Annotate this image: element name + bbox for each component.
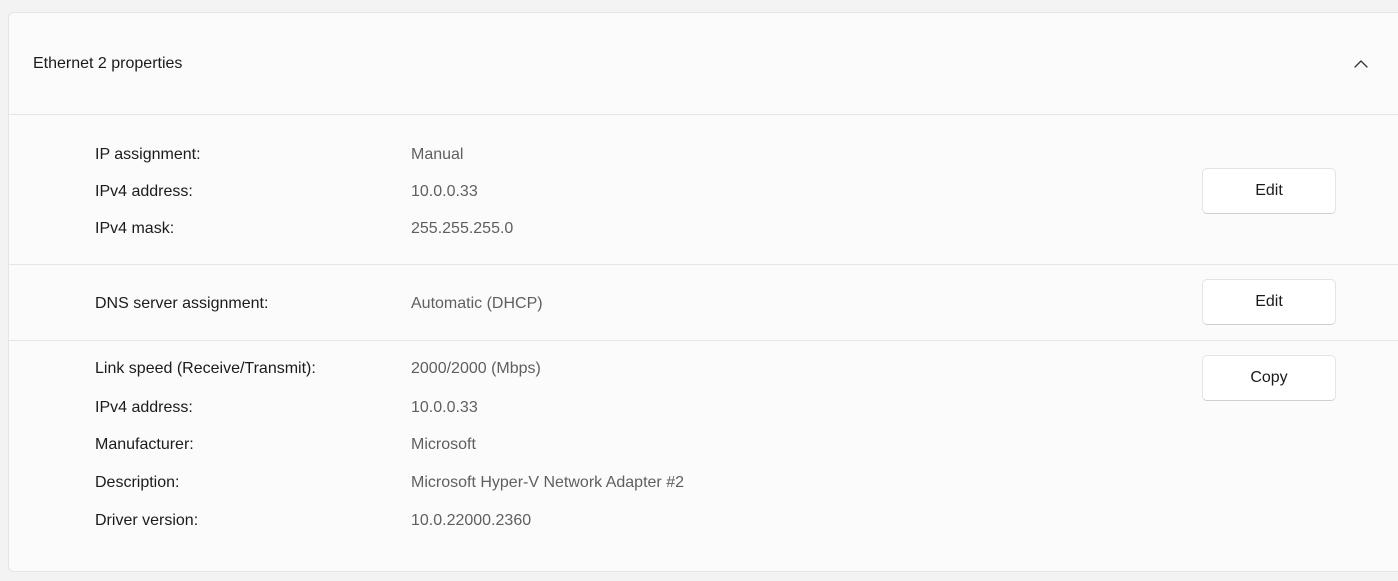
details-ipv4-address-row: IPv4 address: 10.0.0.33	[9, 397, 1398, 419]
manufacturer-value: Microsoft	[411, 436, 476, 453]
ipv4-mask-label: IPv4 mask:	[95, 220, 175, 237]
description-label: Description:	[95, 474, 180, 491]
manufacturer-label: Manufacturer:	[95, 436, 194, 453]
driver-version-row: Driver version: 10.0.22000.2360	[9, 510, 1398, 532]
dns-assignment-value: Automatic (DHCP)	[411, 295, 543, 312]
ip-settings-section: IP assignment: Manual IPv4 address: 10.0…	[9, 115, 1398, 265]
description-row: Description: Microsoft Hyper-V Network A…	[9, 472, 1398, 494]
ip-edit-button[interactable]: Edit	[1202, 168, 1336, 214]
driver-version-value: 10.0.22000.2360	[411, 512, 532, 529]
ethernet-properties-panel: Ethernet 2 properties IP assignment: Man…	[8, 12, 1398, 572]
ipv4-address-value: 10.0.0.33	[411, 183, 478, 200]
details-ipv4-address-label: IPv4 address:	[95, 399, 193, 416]
ip-assignment-row: IP assignment: Manual	[9, 144, 1398, 166]
dns-assignment-label: DNS server assignment:	[95, 295, 269, 312]
link-speed-value: 2000/2000 (Mbps)	[411, 360, 541, 377]
properties-title: Ethernet 2 properties	[33, 55, 183, 72]
properties-header[interactable]: Ethernet 2 properties	[9, 13, 1398, 115]
details-ipv4-address-value: 10.0.0.33	[411, 399, 478, 416]
copy-button[interactable]: Copy	[1202, 355, 1336, 401]
dns-settings-section: DNS server assignment: Automatic (DHCP) …	[9, 265, 1398, 341]
adapter-details-section: Link speed (Receive/Transmit): 2000/2000…	[9, 341, 1398, 581]
driver-version-label: Driver version:	[95, 512, 199, 529]
chevron-up-icon[interactable]	[1350, 53, 1372, 75]
description-value: Microsoft Hyper-V Network Adapter #2	[411, 474, 684, 491]
manufacturer-row: Manufacturer: Microsoft	[9, 434, 1398, 456]
ipv4-address-label: IPv4 address:	[95, 183, 193, 200]
ipv4-address-row: IPv4 address: 10.0.0.33	[9, 181, 1398, 203]
link-speed-label: Link speed (Receive/Transmit):	[95, 360, 316, 377]
dns-edit-button[interactable]: Edit	[1202, 279, 1336, 325]
link-speed-row: Link speed (Receive/Transmit): 2000/2000…	[9, 358, 1398, 380]
ip-assignment-label: IP assignment:	[95, 146, 201, 163]
ipv4-mask-value: 255.255.255.0	[411, 220, 514, 237]
ip-assignment-value: Manual	[411, 146, 464, 163]
dns-assignment-row: DNS server assignment: Automatic (DHCP)	[9, 293, 1398, 315]
ipv4-mask-row: IPv4 mask: 255.255.255.0	[9, 218, 1398, 240]
